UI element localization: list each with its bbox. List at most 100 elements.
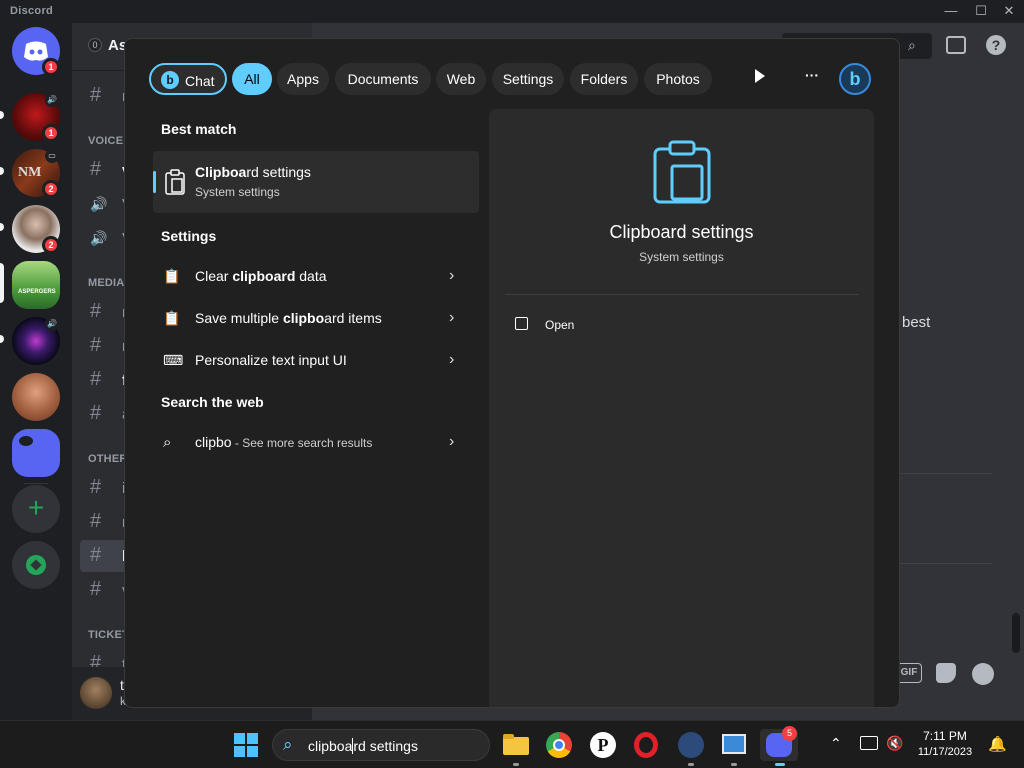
- best-match-heading: Best match: [161, 121, 237, 137]
- start-button[interactable]: [234, 733, 258, 757]
- hash-icon: #: [90, 476, 102, 498]
- file-explorer-icon[interactable]: [500, 729, 532, 761]
- open-external-icon: [515, 317, 528, 330]
- explore-button[interactable]: [12, 541, 60, 589]
- opera-icon[interactable]: [630, 729, 662, 761]
- server-purple-logo: [19, 436, 33, 446]
- chevron-up-icon[interactable]: ⌃: [830, 735, 842, 752]
- app-window-icon[interactable]: [718, 729, 750, 761]
- clipboard-large-icon: [653, 140, 711, 204]
- web-search-label: clipbo - See more search results: [195, 434, 373, 450]
- discord-titlebar: Discord — ☐ ✕: [0, 0, 1024, 23]
- play-more-icon[interactable]: [755, 69, 765, 83]
- settings-item-label: Clear clipboard data: [195, 268, 327, 284]
- preview-title: Clipboard settings: [609, 222, 754, 242]
- help-icon[interactable]: ?: [986, 35, 1006, 55]
- settings-item-save-multiple[interactable]: 📋 Save multiple clipboard items ›: [153, 299, 479, 339]
- category-other[interactable]: OTHER: [88, 453, 128, 465]
- web-search-item[interactable]: ⌕ clipbo - See more search results ›: [153, 423, 479, 463]
- selected-pill: [0, 263, 4, 303]
- emoji-icon[interactable]: [972, 663, 994, 685]
- clock-time[interactable]: 7:11 PM: [912, 729, 978, 743]
- active-indicator: [775, 763, 785, 766]
- preview-divider: [505, 294, 859, 295]
- inbox-icon[interactable]: [946, 36, 966, 54]
- discord-taskbar-icon[interactable]: 5: [760, 726, 798, 761]
- best-match-item[interactable]: Clipboard settings System settings: [153, 151, 479, 213]
- maximize-button[interactable]: ☐: [972, 3, 990, 19]
- speaker-icon: 🔊: [90, 196, 108, 212]
- app-title: Discord: [10, 5, 54, 17]
- hash-icon: #: [90, 402, 102, 424]
- server-purple-icon[interactable]: [12, 429, 60, 477]
- running-indicator: [513, 763, 519, 766]
- compass-icon: [26, 555, 46, 575]
- server-rail: 1 🔊 1 NM ▭ 2 2 ASPERGERS 🔊 +: [0, 23, 72, 720]
- server-asperger-text: ASPERGERS: [18, 289, 56, 295]
- chevron-right-icon: ›: [449, 309, 455, 326]
- filter-apps[interactable]: Apps: [277, 63, 329, 95]
- close-button[interactable]: ✕: [1000, 3, 1018, 19]
- chrome-icon[interactable]: [543, 729, 575, 761]
- avatar[interactable]: [80, 677, 112, 709]
- filter-web[interactable]: Web: [436, 63, 486, 95]
- clock-date[interactable]: 11/17/2023: [912, 746, 978, 758]
- notification-bell-icon[interactable]: 🔔: [988, 735, 1007, 753]
- unread-pill: [0, 335, 4, 343]
- unread-pill: [0, 111, 4, 119]
- search-query: clipboard settings: [308, 738, 418, 754]
- app-icon[interactable]: [675, 729, 707, 761]
- settings-item-label: Save multiple clipboard items: [195, 310, 382, 326]
- hash-icon: #: [90, 544, 102, 566]
- server-red-badge: 1: [42, 124, 60, 142]
- bing-logo-icon[interactable]: b: [839, 63, 871, 95]
- more-options-button[interactable]: ···: [805, 67, 819, 83]
- settings-item-clear-clipboard[interactable]: 📋 Clear clipboard data ›: [153, 257, 479, 297]
- chevron-right-icon: ›: [449, 433, 455, 450]
- running-indicator: [688, 763, 694, 766]
- home-badge: 1: [42, 58, 60, 76]
- best-match-subtitle: System settings: [195, 185, 280, 199]
- server-nm-badge: 2: [42, 180, 60, 198]
- category-label: OTHER: [88, 453, 128, 465]
- category-voice[interactable]: VOICE: [88, 135, 123, 147]
- hash-icon: #: [90, 334, 102, 356]
- search-icon: ⌕: [163, 434, 172, 451]
- filter-settings[interactable]: Settings: [492, 63, 564, 95]
- category-label: TICKET: [88, 629, 129, 641]
- open-label: Open: [545, 318, 575, 332]
- minimize-button[interactable]: —: [942, 3, 960, 19]
- screen-icon: ▭: [45, 149, 59, 163]
- guild-boost-badge: 0: [88, 38, 102, 52]
- hash-icon: #: [90, 84, 102, 106]
- filter-chat[interactable]: b Chat: [149, 63, 227, 95]
- server-bald-icon[interactable]: [12, 373, 60, 421]
- category-media[interactable]: MEDIA: [88, 277, 124, 289]
- server-face-badge: 2: [42, 236, 60, 254]
- add-server-button[interactable]: +: [12, 485, 60, 533]
- keyboard-icon: ⌨: [163, 352, 184, 368]
- p-app-icon[interactable]: P: [587, 729, 619, 761]
- chat-scrollbar[interactable]: [1012, 613, 1020, 653]
- server-asperger-icon[interactable]: ASPERGERS: [12, 261, 60, 309]
- clipboard-icon: 📋: [163, 268, 181, 284]
- network-icon[interactable]: [860, 736, 878, 750]
- open-action[interactable]: Open: [505, 309, 859, 341]
- filter-all[interactable]: All: [232, 63, 272, 95]
- filter-documents[interactable]: Documents: [335, 63, 431, 95]
- clipboard-icon: 📋: [163, 310, 181, 326]
- hash-icon: #: [90, 510, 102, 532]
- volume-muted-icon[interactable]: 🔇: [886, 735, 903, 752]
- bing-chat-icon: b: [161, 71, 179, 89]
- sticker-icon[interactable]: [936, 663, 956, 683]
- filter-folders[interactable]: Folders: [570, 63, 638, 95]
- message-divider: [900, 473, 992, 474]
- hash-icon: #: [90, 300, 102, 322]
- speaker-icon: 🔊: [45, 93, 59, 107]
- taskbar-search-input[interactable]: ⌕ clipboard settings: [272, 729, 490, 761]
- settings-item-personalize-input[interactable]: ⌨ Personalize text input UI ›: [153, 341, 479, 381]
- category-label: VOICE: [88, 135, 124, 147]
- filter-photos[interactable]: Photos: [644, 63, 712, 95]
- category-ticket[interactable]: TICKET: [88, 629, 129, 641]
- running-indicator: [731, 763, 737, 766]
